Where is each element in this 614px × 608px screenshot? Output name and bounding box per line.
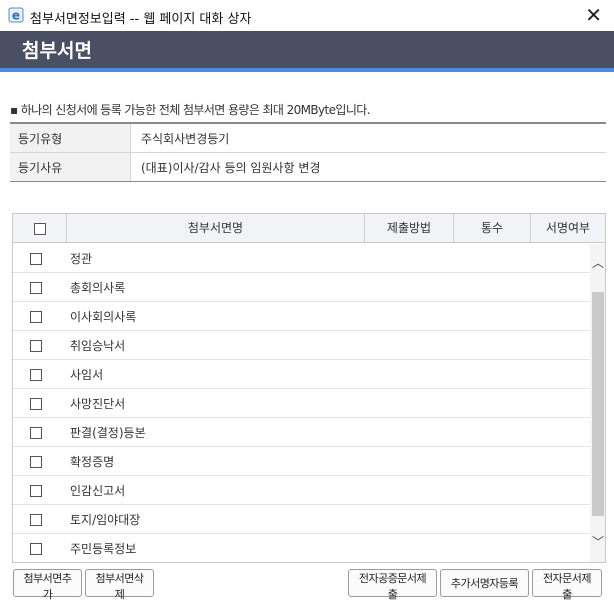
close-icon[interactable]: ✕ — [585, 4, 602, 26]
attachment-name: 사망진단서 — [70, 397, 126, 411]
submit-e-document-button[interactable]: 전자문서제출 — [532, 569, 602, 601]
delete-attachment-button[interactable]: 첨부서면삭제 — [85, 569, 154, 601]
attachment-name: 총회의사록 — [70, 281, 126, 295]
table-row: 이사회의사록 — [12, 302, 590, 331]
table-row: 인감신고서 — [12, 476, 590, 505]
attachment-name: 이사회의사록 — [70, 310, 137, 324]
row-checkbox[interactable] — [30, 311, 42, 323]
page-header: 첨부서면 — [0, 31, 614, 68]
info-row-reason: 등기사유 (대표)이사/감사 등의 임원사항 변경 — [10, 152, 606, 182]
header-accent-bar — [0, 68, 614, 72]
row-checkbox[interactable] — [30, 456, 42, 468]
row-checkbox[interactable] — [30, 427, 42, 439]
attachment-name: 사임서 — [70, 368, 104, 382]
attachment-name: 취임승낙서 — [70, 339, 126, 353]
attachment-name: 인감신고서 — [70, 484, 126, 498]
row-checkbox[interactable] — [30, 398, 42, 410]
window-titlebar: e 첨부서면정보입력 -- 웹 페이지 대화 상자 ✕ — [0, 0, 614, 32]
register-additional-signer-button[interactable]: 추가서명자등록 — [440, 569, 529, 597]
table-row: 총회의사록 — [12, 273, 590, 302]
header-checkbox-cell — [13, 214, 67, 242]
info-label: 등기사유 — [10, 152, 131, 182]
info-value: (대표)이사/감사 등의 임원사항 변경 — [130, 152, 606, 182]
attachment-name: 주민등록정보 — [70, 542, 137, 556]
info-row-type: 등기유형 주식회사변경등기 — [10, 123, 606, 153]
scroll-up-icon[interactable]: ︿ — [590, 254, 606, 271]
column-header-count: 통수 — [454, 214, 531, 242]
column-header-name: 첨부서면명 — [67, 214, 365, 242]
column-header-signed: 서명여부 — [545, 221, 591, 235]
table-row: 주민등록정보 — [12, 534, 590, 562]
row-checkbox[interactable] — [30, 253, 42, 265]
table-row: 토지/임야대장 — [12, 505, 590, 534]
attachment-list: 정관 총회의사록 이사회의사록 취임승낙서 사임서 사망진단서 판결(결정)등본… — [12, 244, 590, 562]
table-row: 취임승낙서 — [12, 331, 590, 360]
select-all-checkbox[interactable] — [33, 222, 46, 235]
info-label: 등기유형 — [10, 123, 131, 153]
attachment-name: 확정증명 — [70, 455, 115, 469]
attachment-table-header: 첨부서면명 제출방법 통수 서명여부 — [12, 213, 606, 243]
attachment-name: 판결(결정)등본 — [70, 426, 146, 440]
capacity-notice: ▪ 하나의 신청서에 등록 가능한 전체 첨부서면 용량은 최대 20MByte… — [10, 103, 371, 117]
row-checkbox[interactable] — [30, 485, 42, 497]
attachment-name: 정관 — [70, 252, 93, 266]
row-checkbox[interactable] — [30, 282, 42, 294]
table-row: 판결(결정)등본 — [12, 418, 590, 447]
page-title: 첨부서면 — [22, 40, 92, 62]
row-checkbox[interactable] — [30, 369, 42, 381]
scroll-down-icon[interactable]: ﹀ — [590, 533, 606, 550]
attachment-name: 토지/임야대장 — [70, 513, 141, 527]
row-checkbox[interactable] — [30, 514, 42, 526]
submit-e-notarized-doc-button[interactable]: 전자공증문서제출 — [348, 569, 437, 601]
row-checkbox[interactable] — [30, 543, 42, 555]
scrollbar-thumb[interactable] — [592, 292, 604, 516]
table-row: 사임서 — [12, 360, 590, 389]
column-header-method: 제출방법 — [365, 214, 454, 242]
vertical-scrollbar[interactable]: ︿ ﹀ — [590, 244, 606, 562]
info-value: 주식회사변경등기 — [130, 123, 606, 153]
svg-text:e: e — [12, 9, 20, 23]
row-checkbox[interactable] — [30, 340, 42, 352]
add-attachment-button[interactable]: 첨부서면추가 — [13, 569, 82, 601]
table-row: 확정증명 — [12, 447, 590, 476]
window-title: 첨부서면정보입력 -- 웹 페이지 대화 상자 — [30, 12, 252, 27]
table-row: 사망진단서 — [12, 389, 590, 418]
table-row: 정관 — [12, 244, 590, 273]
registration-info-table: 등기유형 주식회사변경등기 등기사유 (대표)이사/감사 등의 임원사항 변경 — [10, 122, 606, 182]
ie-icon: e — [8, 7, 24, 23]
